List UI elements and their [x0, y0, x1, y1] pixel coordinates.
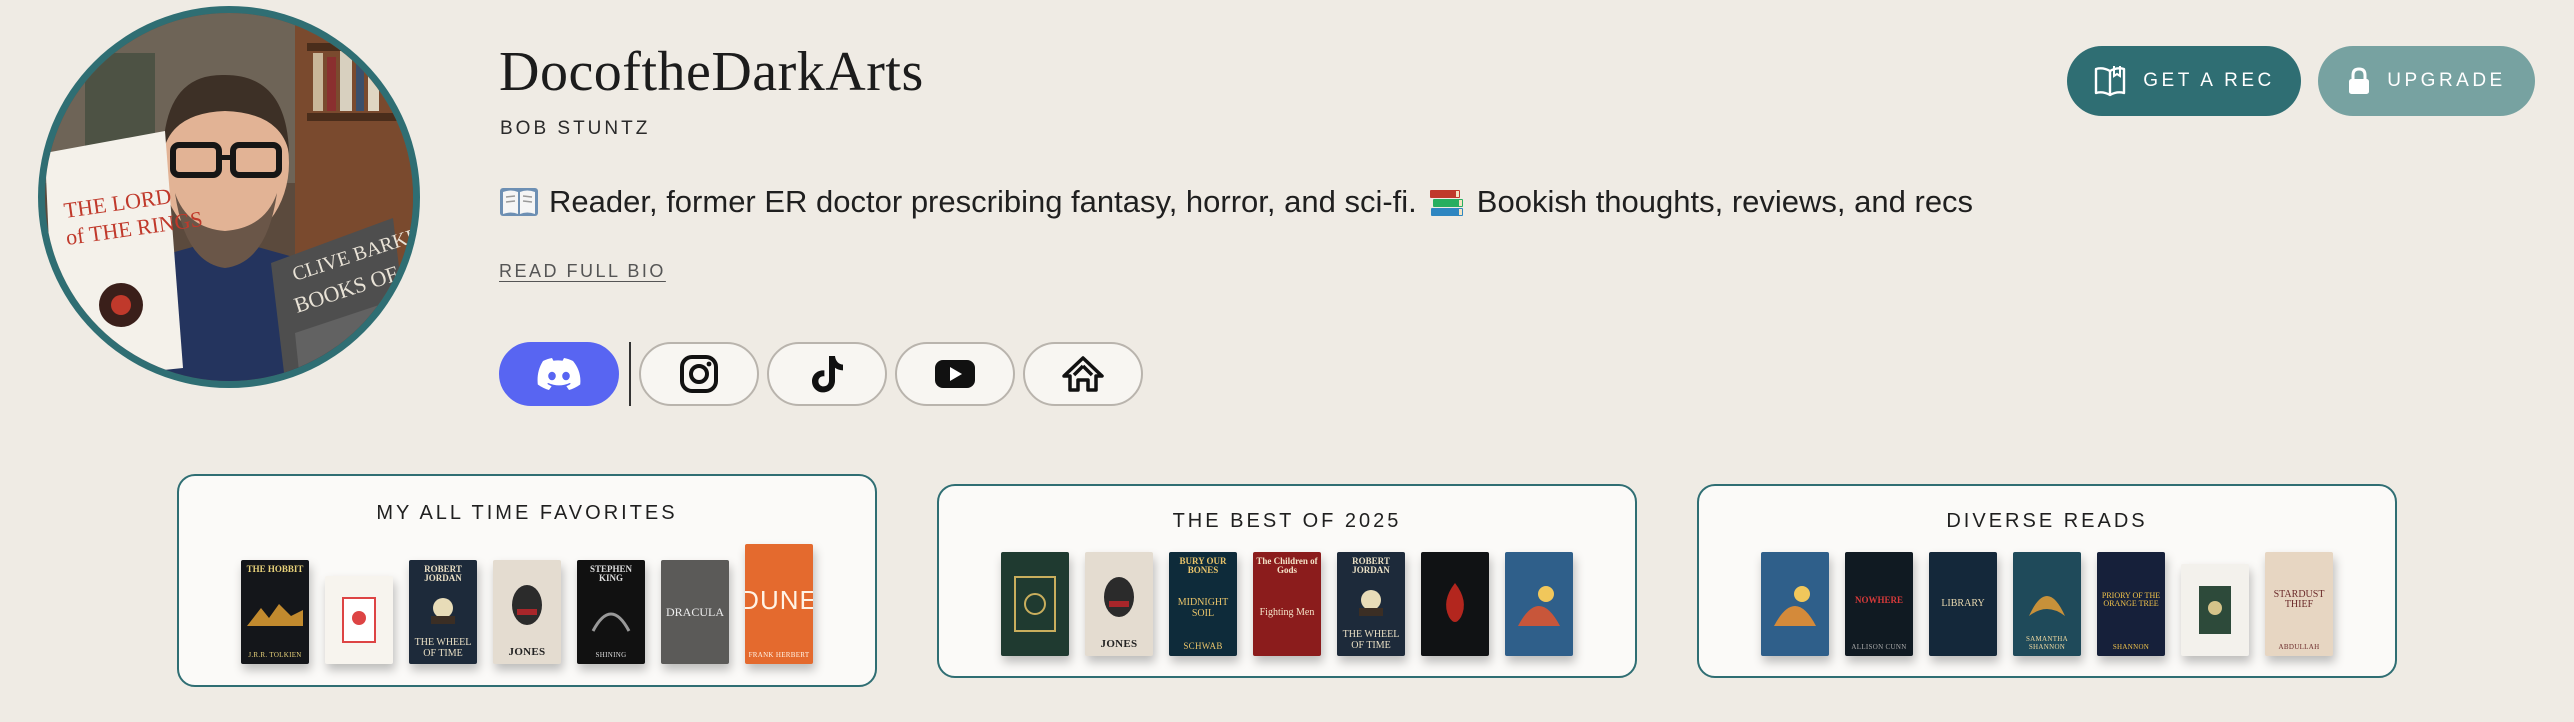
dragon-art — [2029, 595, 2065, 616]
adventure-art — [1774, 586, 1816, 626]
profile-avatar: THE LORD of THE RINGS CLIVE BARKER BOOKS… — [38, 6, 420, 388]
book-cover[interactable] — [325, 576, 393, 664]
book-cover[interactable]: The Children of Gods Fighting Men — [1253, 552, 1321, 656]
discord-button[interactable] — [499, 342, 619, 406]
shelf-title: MY ALL TIME FAVORITES — [376, 502, 678, 524]
book-cover[interactable] — [1421, 552, 1489, 656]
book-cover[interactable]: THE HOBBIT J.R.R. TOLKIEN — [241, 560, 309, 664]
shelf-diverse-reads[interactable]: DIVERSE READS NOWHERE ALLISON CUNN LIBRA… — [1697, 484, 2397, 678]
real-name: BOB STUNTZ — [500, 118, 651, 139]
boxset-art — [342, 597, 376, 643]
lock-icon — [2349, 67, 2370, 94]
boxset-art — [2199, 586, 2231, 634]
youtube-button[interactable] — [895, 342, 1015, 406]
avatar-photo: THE LORD of THE RINGS CLIVE BARKER BOOKS… — [45, 13, 413, 381]
mountain-art — [247, 604, 303, 627]
stacked-books-icon — [1427, 186, 1467, 218]
storygraph-button[interactable] — [1023, 342, 1143, 406]
book-cover[interactable] — [1505, 552, 1573, 656]
instagram-icon — [680, 355, 718, 393]
book-cover[interactable] — [1761, 552, 1829, 656]
book-cover[interactable]: DRACULA — [661, 560, 729, 664]
get-a-rec-button[interactable]: GET A REC — [2067, 46, 2301, 116]
ornate-art — [1014, 576, 1056, 632]
book-cover[interactable]: ROBERT JORDAN THE WHEEL OF TIME — [409, 560, 477, 664]
book-cover[interactable]: BURY OUR BONES MIDNIGHT SOIL SCHWAB — [1169, 552, 1237, 656]
horror-art — [512, 585, 542, 626]
bio: Reader, former ER doctor prescribing fan… — [499, 184, 1973, 220]
book-cover[interactable]: DUNE FRANK HERBERT — [745, 544, 813, 664]
book-cover[interactable]: STARDUST THIEF ABDULLAH — [2265, 552, 2333, 656]
open-book-icon — [499, 186, 539, 218]
bio-text: Reader, former ER doctor prescribing fan… — [549, 184, 1417, 219]
tiktok-icon — [812, 356, 843, 393]
shelf-title: DIVERSE READS — [1946, 510, 2148, 532]
book-cover[interactable]: JONES — [493, 560, 561, 664]
book-cover[interactable]: JONES — [1085, 552, 1153, 656]
upgrade-label: UPGRADE — [2387, 70, 2506, 91]
adventure-art — [1518, 586, 1560, 626]
book-cover[interactable] — [2181, 564, 2249, 656]
book-cover[interactable] — [1001, 552, 1069, 656]
get-a-rec-label: GET A REC — [2143, 70, 2275, 91]
read-full-bio-link[interactable]: READ FULL BIO — [499, 261, 666, 282]
instagram-button[interactable] — [639, 342, 759, 406]
flame-art — [1446, 583, 1464, 622]
social-divider — [629, 342, 631, 406]
youtube-icon — [935, 360, 975, 388]
discord-icon — [537, 358, 581, 390]
book-cover[interactable]: STEPHEN KING SHINING — [577, 560, 645, 664]
shelf-all-time-favorites[interactable]: MY ALL TIME FAVORITES THE HOBBIT J.R.R. … — [177, 474, 877, 687]
book-cover[interactable]: SAMANTHA SHANNON — [2013, 552, 2081, 656]
storygraph-icon — [1062, 356, 1104, 392]
book-cover[interactable]: LIBRARY — [1929, 552, 1997, 656]
shelf-title: THE BEST OF 2025 — [1172, 510, 1402, 532]
tiktok-button[interactable] — [767, 342, 887, 406]
book-icon — [2095, 66, 2126, 97]
rider-art — [431, 597, 455, 624]
rider-art — [1359, 589, 1383, 616]
shining-art — [591, 612, 631, 632]
book-cover[interactable]: ROBERT JORDAN THE WHEEL OF TIME — [1337, 552, 1405, 656]
bio-text-tail: Bookish thoughts, reviews, and recs — [1476, 184, 1974, 219]
upgrade-button[interactable]: UPGRADE — [2318, 46, 2535, 116]
username: DocoftheDarkArts — [499, 41, 924, 103]
book-cover[interactable]: PRIORY OF THE ORANGE TREE SHANNON — [2097, 552, 2165, 656]
book-cover[interactable]: NOWHERE ALLISON CUNN — [1845, 552, 1913, 656]
shelf-best-of-2025[interactable]: THE BEST OF 2025 JONES BURY OUR BONES MI… — [937, 484, 1637, 678]
social-links — [499, 342, 1151, 406]
horror-art — [1104, 577, 1134, 618]
